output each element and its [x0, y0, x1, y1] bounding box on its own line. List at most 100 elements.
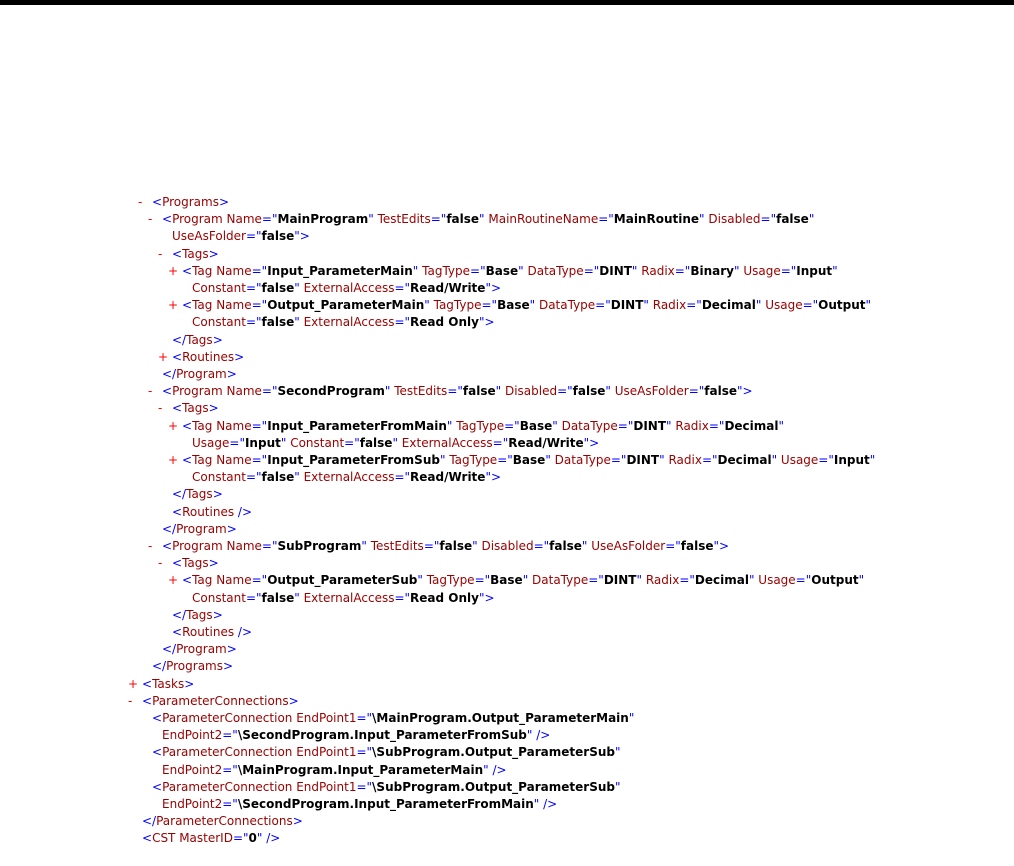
xml-punctuation: </ — [172, 487, 187, 502]
xml-attribute-value: Read Only — [410, 590, 479, 605]
xml-attribute-name: Name — [212, 298, 252, 313]
xml-punctuation: "> — [713, 539, 730, 553]
xml-punctuation: =" — [251, 453, 268, 467]
xml-punctuation: =" — [245, 281, 262, 295]
xml-line: <CST MasterID="0" /> — [142, 830, 280, 847]
xml-attribute-value: Decimal — [717, 453, 772, 467]
xml-tag-name: Program — [176, 642, 227, 657]
xml-punctuation: =" — [557, 384, 573, 399]
collapse-toggle[interactable]: - — [148, 383, 152, 400]
xml-line: </Tags> — [172, 332, 223, 349]
expand-toggle[interactable]: + — [128, 676, 138, 693]
xml-attribute-name: UseAsFolder — [172, 229, 246, 244]
xml-attribute-name: ExternalAccess — [397, 435, 493, 450]
xml-tag-name: ParameterConnection — [162, 779, 293, 794]
xml-tag-name: Tags — [186, 487, 213, 502]
xml-attribute-name: DataType — [523, 263, 584, 278]
xml-attribute-value: Output_ParameterMain — [267, 298, 425, 313]
xml-punctuation: =" — [261, 384, 278, 399]
xml-punctuation: > — [223, 659, 234, 674]
xml-punctuation: < — [172, 246, 183, 261]
xml-attribute-name: Name — [212, 418, 252, 433]
xml-line: - <Program Name="MainProgram" TestEdits="… — [148, 211, 814, 228]
xml-tag-name: Programs — [162, 195, 219, 209]
collapse-toggle[interactable]: - — [128, 693, 132, 710]
xml-punctuation: < — [172, 349, 183, 364]
collapse-toggle[interactable]: - — [158, 400, 162, 417]
collapse-toggle[interactable]: - — [148, 538, 152, 555]
xml-punctuation: </ — [172, 607, 187, 622]
xml-line: + <Tag Name="Output_ParameterMain" TagTyp… — [168, 297, 872, 314]
xml-punctuation: < — [182, 298, 193, 313]
xml-punctuation: =" — [430, 212, 447, 227]
xml-punctuation: > — [208, 401, 219, 416]
xml-attribute-value: Input — [244, 435, 281, 450]
xml-attribute-value: false — [439, 539, 473, 553]
xml-attribute-name: Disabled — [477, 539, 534, 553]
expand-toggle[interactable]: + — [168, 263, 178, 280]
xml-tag-name: Tags — [182, 246, 209, 261]
xml-attribute-value: Base — [519, 418, 553, 433]
xml-tag-name: Tags — [186, 332, 213, 347]
xml-line: <ParameterConnection EndPoint1="\SubProg… — [152, 779, 621, 796]
xml-attribute-value: false — [462, 384, 496, 399]
xml-line: - <Tags> — [158, 555, 219, 572]
xml-attribute-name: DataType — [557, 418, 618, 433]
xml-tag-name: Tag — [192, 453, 213, 467]
xml-punctuation: > — [226, 642, 237, 657]
xml-punctuation: < — [142, 676, 153, 691]
expand-toggle[interactable]: + — [158, 349, 168, 366]
xml-attribute-name: EndPoint2 — [162, 797, 223, 811]
xml-punctuation: =" — [474, 573, 491, 588]
xml-punctuation: > — [226, 367, 237, 381]
collapse-toggle[interactable]: - — [148, 211, 152, 228]
xml-punctuation: =" — [222, 797, 238, 811]
xml-attribute-value: Read/Write — [410, 470, 486, 485]
xml-attribute-value: Input_ParameterMain — [267, 263, 413, 278]
xml-punctuation: =" — [229, 435, 245, 450]
xml-punctuation: " — [865, 298, 872, 313]
xml-punctuation: =" — [795, 573, 812, 588]
xml-line: <Routines /> — [172, 504, 252, 521]
xml-attribute-value: false — [572, 384, 606, 399]
xml-punctuation: =" — [470, 263, 486, 278]
xml-attribute-value: Read Only — [410, 315, 479, 330]
collapse-toggle[interactable]: - — [158, 555, 162, 572]
xml-tag-name: Program — [176, 367, 227, 381]
xml-attribute-name: Radix — [671, 418, 709, 433]
xml-line: - <ParameterConnections> — [128, 693, 299, 710]
xml-attribute-value: SecondProgram — [277, 384, 385, 399]
xml-attribute-name: DataType — [535, 298, 596, 313]
xml-punctuation: </ — [162, 367, 177, 381]
xml-punctuation: < — [172, 556, 183, 571]
xml-attribute-value: MainRoutine — [613, 212, 700, 227]
xml-attribute-value: Output — [818, 298, 866, 313]
expand-toggle[interactable]: + — [168, 452, 178, 469]
expand-toggle[interactable]: + — [168, 418, 178, 435]
xml-punctuation: =" — [497, 453, 513, 467]
xml-punctuation: </ — [162, 521, 177, 536]
xml-attribute-value: false — [704, 384, 737, 399]
expand-toggle[interactable]: + — [168, 297, 178, 314]
xml-punctuation: "> — [737, 384, 753, 399]
collapse-toggle[interactable]: - — [138, 194, 142, 211]
xml-attribute-name: Constant — [192, 470, 246, 485]
xml-punctuation: =" — [356, 779, 373, 794]
xml-punctuation: > — [288, 693, 299, 708]
xml-attribute-value: false — [261, 281, 295, 295]
xml-line: </Program> — [162, 366, 237, 383]
xml-attribute-name: TestEdits — [366, 539, 424, 553]
xml-attribute-name: TagType — [418, 263, 471, 278]
xml-line: + <Tag Name="Input_ParameterFromMain" Tag… — [168, 418, 784, 435]
xml-line: - <Programs> — [138, 194, 229, 211]
xml-punctuation: > — [234, 349, 245, 364]
xml-attribute-value: \MainProgram.Input_ParameterMain — [237, 762, 484, 777]
xml-attribute-name: Radix — [664, 453, 702, 467]
collapse-toggle[interactable]: - — [158, 246, 162, 263]
xml-attribute-value: false — [261, 470, 295, 485]
xml-punctuation: < — [182, 263, 193, 278]
xml-attribute-name: Constant — [286, 435, 345, 450]
xml-punctuation: =" — [688, 384, 705, 399]
expand-toggle[interactable]: + — [168, 572, 178, 589]
xml-attribute-name: ExternalAccess — [299, 315, 395, 330]
